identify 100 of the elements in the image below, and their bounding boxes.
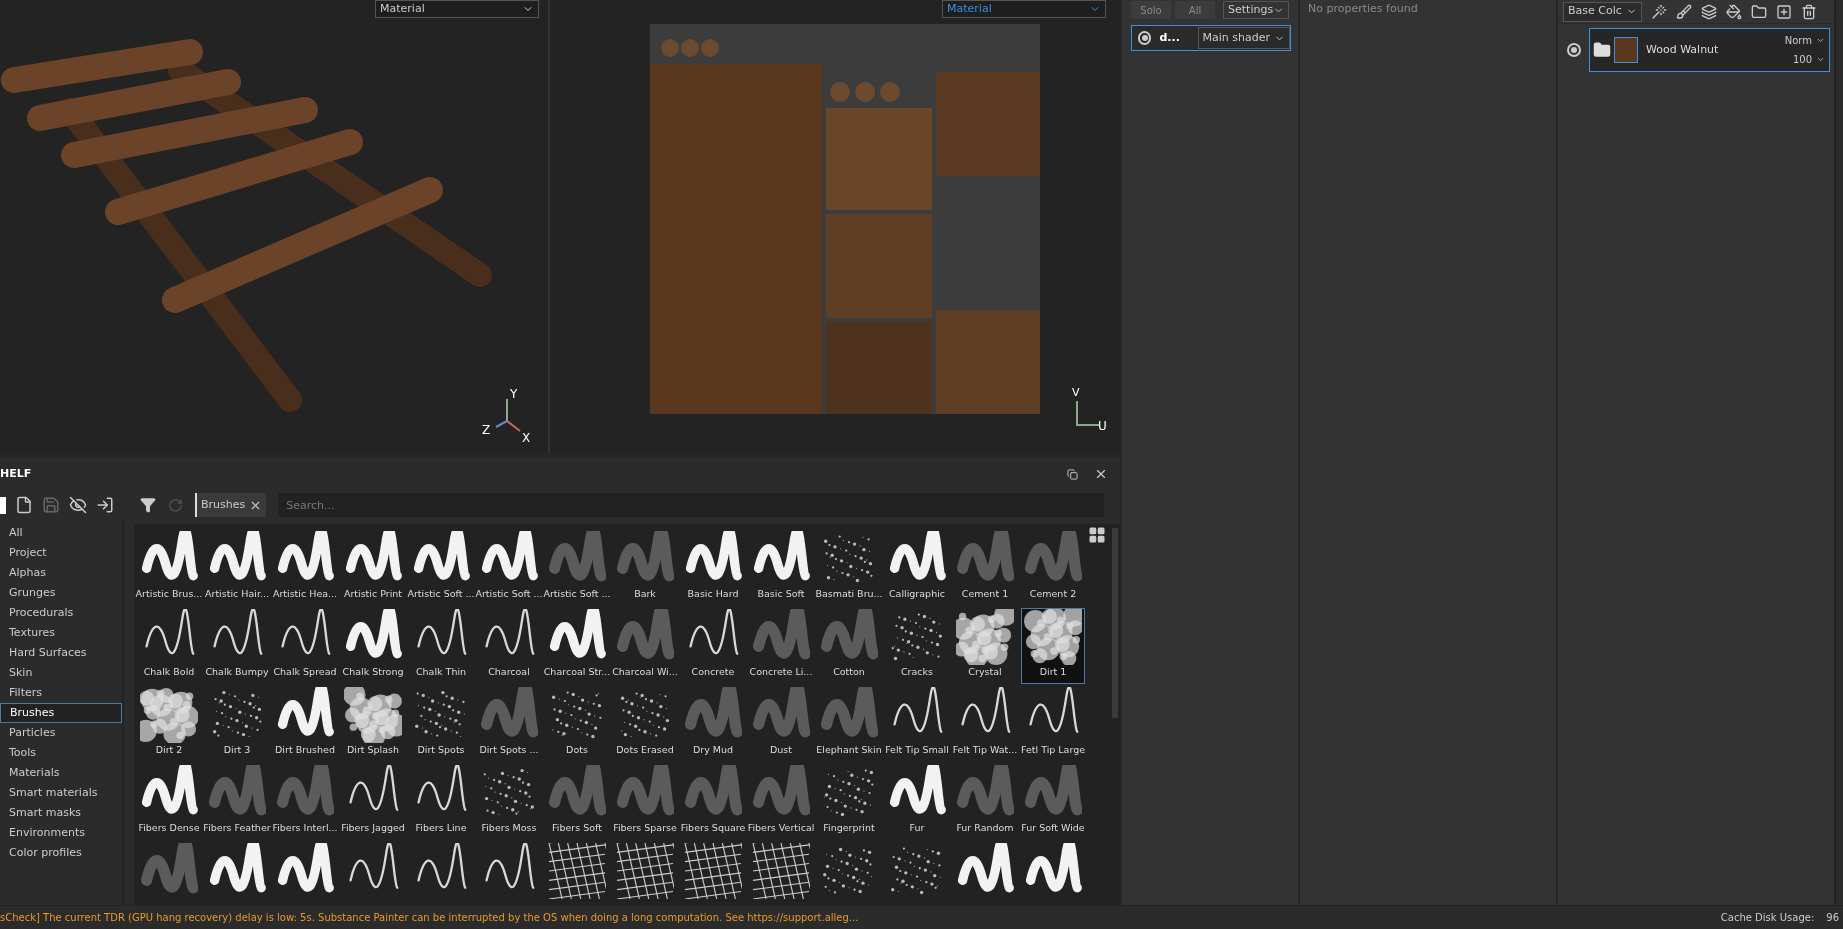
brush-preset[interactable]: Concrete — [681, 608, 745, 684]
brush-preset[interactable]: Calligraphic — [885, 530, 949, 606]
category-item[interactable]: Filters — [0, 683, 122, 703]
brush-preset[interactable]: Dots — [545, 686, 609, 762]
brush-preset[interactable]: Fibers Feather — [205, 764, 269, 840]
brush-preset[interactable]: Dirt 3 — [205, 686, 269, 762]
category-item[interactable]: Particles — [0, 723, 122, 743]
brush-preset[interactable]: Dry Mud — [681, 686, 745, 762]
category-item[interactable]: Hard Surfaces — [0, 643, 122, 663]
brush-preset[interactable]: Fur — [885, 764, 949, 840]
brush-preset[interactable]: Chalk Strong — [341, 608, 405, 684]
scrollbar[interactable] — [1112, 528, 1118, 718]
brush-preset[interactable]: Dirt Splash — [341, 686, 405, 762]
category-item[interactable]: Brushes — [0, 703, 122, 723]
brush-preset[interactable]: Dirt 1 — [1021, 608, 1085, 684]
category-item[interactable]: Smart masks — [0, 803, 122, 823]
brush-preset[interactable]: Basmati Bru... — [817, 530, 881, 606]
delete-icon[interactable] — [1800, 3, 1817, 20]
category-item[interactable]: Project — [0, 543, 122, 563]
float-icon[interactable] — [1067, 468, 1078, 480]
brush-preset[interactable]: Dots Erased — [613, 686, 677, 762]
category-item[interactable]: Alphas — [0, 563, 122, 583]
category-item[interactable]: Procedurals — [0, 603, 122, 623]
brush-preset[interactable]: Dirt Brushed — [273, 686, 337, 762]
brush-preset[interactable]: Chalk Spread — [273, 608, 337, 684]
brush-preset[interactable]: Felt Tip Wat... — [953, 686, 1017, 762]
brush-preset[interactable]: Fibers Line — [409, 764, 473, 840]
brush-preset[interactable]: Cement 2 — [1021, 530, 1085, 606]
brush-preset[interactable]: Dust — [749, 686, 813, 762]
brush-preset[interactable]: Fibers Dense — [137, 764, 201, 840]
eye-off-icon[interactable] — [69, 496, 87, 514]
brush-preset[interactable]: Dirt Spots — [409, 686, 473, 762]
layer-row[interactable]: Wood Walnut Norm 100 — [1589, 28, 1830, 72]
add-icon[interactable] — [1775, 3, 1792, 20]
grid-view-icon[interactable] — [1088, 526, 1106, 544]
category-item[interactable]: Textures — [0, 623, 122, 643]
category-item[interactable]: Tools — [0, 743, 122, 763]
category-item[interactable]: Color profiles — [0, 843, 122, 863]
category-item[interactable]: Grunges — [0, 583, 122, 603]
brush-preset[interactable]: Dirt Spots ... — [477, 686, 541, 762]
fill-add-icon[interactable] — [1725, 3, 1742, 20]
viewport-3d[interactable]: Material Y Z X — [0, 0, 550, 454]
category-item[interactable]: All — [0, 523, 122, 543]
category-item[interactable]: Materials — [0, 763, 122, 783]
folder-icon[interactable] — [1750, 3, 1767, 20]
channel-dropdown[interactable]: Base Colc — [1563, 1, 1642, 22]
brush-preset[interactable]: Fibers Vertical — [749, 764, 813, 840]
brush-preset[interactable]: Artistic Print — [341, 530, 405, 606]
uv-viewport[interactable]: Material V U — [550, 0, 1120, 454]
brush-preset[interactable]: Bark — [613, 530, 677, 606]
visibility-toggle[interactable] — [1138, 31, 1152, 45]
opacity-dropdown[interactable]: 100 — [1792, 52, 1825, 67]
brush-preset[interactable]: Crystal — [953, 608, 1017, 684]
brush-preset[interactable]: Fibers Square — [681, 764, 745, 840]
brush-preset[interactable]: Charcoal Wi... — [613, 608, 677, 684]
settings-dropdown[interactable]: Settings — [1223, 1, 1290, 19]
brush-preset[interactable]: Fibers Interl... — [273, 764, 337, 840]
filter-icon[interactable] — [140, 497, 156, 513]
brush-preset[interactable]: Cement 1 — [953, 530, 1017, 606]
brush-preset[interactable]: Fur Soft Wide — [1021, 764, 1085, 840]
brush-preset[interactable]: Fibers Sparse — [613, 764, 677, 840]
new-file-icon[interactable] — [15, 496, 33, 514]
brush-preset[interactable]: Chalk Bold — [137, 608, 201, 684]
brush-preset[interactable]: Fibers Soft — [545, 764, 609, 840]
category-item[interactable]: Smart materials — [0, 783, 122, 803]
material-dropdown[interactable]: Material — [942, 0, 1106, 18]
brush-preset[interactable]: Cracks — [885, 608, 949, 684]
texture-set-row[interactable]: d... Main shader — [1131, 25, 1291, 51]
brush-preset[interactable]: Basic Hard — [681, 530, 745, 606]
material-dropdown[interactable]: Material — [375, 0, 539, 18]
brush-preset[interactable]: Artistic Hair... — [205, 530, 269, 606]
square-icon[interactable] — [0, 496, 6, 514]
brush-preset[interactable]: Charcoal Str... — [545, 608, 609, 684]
search-field[interactable]: Search... — [278, 493, 1104, 517]
brush-preset[interactable]: Elephant Skin — [817, 686, 881, 762]
brush-preset[interactable]: Artistic Soft ... — [545, 530, 609, 606]
brush-preset[interactable]: Fibers Jagged — [341, 764, 405, 840]
brush-preset[interactable]: Fibers Moss — [477, 764, 541, 840]
visibility-toggle[interactable] — [1566, 43, 1581, 57]
category-item[interactable]: Environments — [0, 823, 122, 843]
brush-preset[interactable]: Fur Random — [953, 764, 1017, 840]
import-icon[interactable] — [96, 496, 114, 514]
category-item[interactable]: Skin — [0, 663, 122, 683]
wand-icon[interactable] — [1650, 3, 1667, 20]
blend-mode-dropdown[interactable]: Norm — [1784, 33, 1825, 48]
brush-preset[interactable]: Cotton — [817, 608, 881, 684]
filter-tag[interactable]: Brushes — [195, 493, 267, 517]
close-icon[interactable] — [1094, 467, 1108, 481]
brush-preset[interactable]: Artistic Brus... — [137, 530, 201, 606]
brush-preset[interactable]: Artistic Hea... — [273, 530, 337, 606]
brush-preset[interactable]: Concrete Li... — [749, 608, 813, 684]
shader-dropdown[interactable]: Main shader — [1197, 27, 1290, 49]
brush-preset[interactable]: Fetl Tip Large — [1021, 686, 1085, 762]
brush-preset[interactable]: Chalk Bumpy — [205, 608, 269, 684]
brush-preset[interactable]: Chalk Thin — [409, 608, 473, 684]
brush-preset[interactable]: Charcoal — [477, 608, 541, 684]
brush-icon[interactable] — [1675, 3, 1692, 20]
save-icon[interactable] — [42, 496, 60, 514]
brush-preset[interactable]: Fingerprint — [817, 764, 881, 840]
brush-preset[interactable]: Felt Tip Small — [885, 686, 949, 762]
